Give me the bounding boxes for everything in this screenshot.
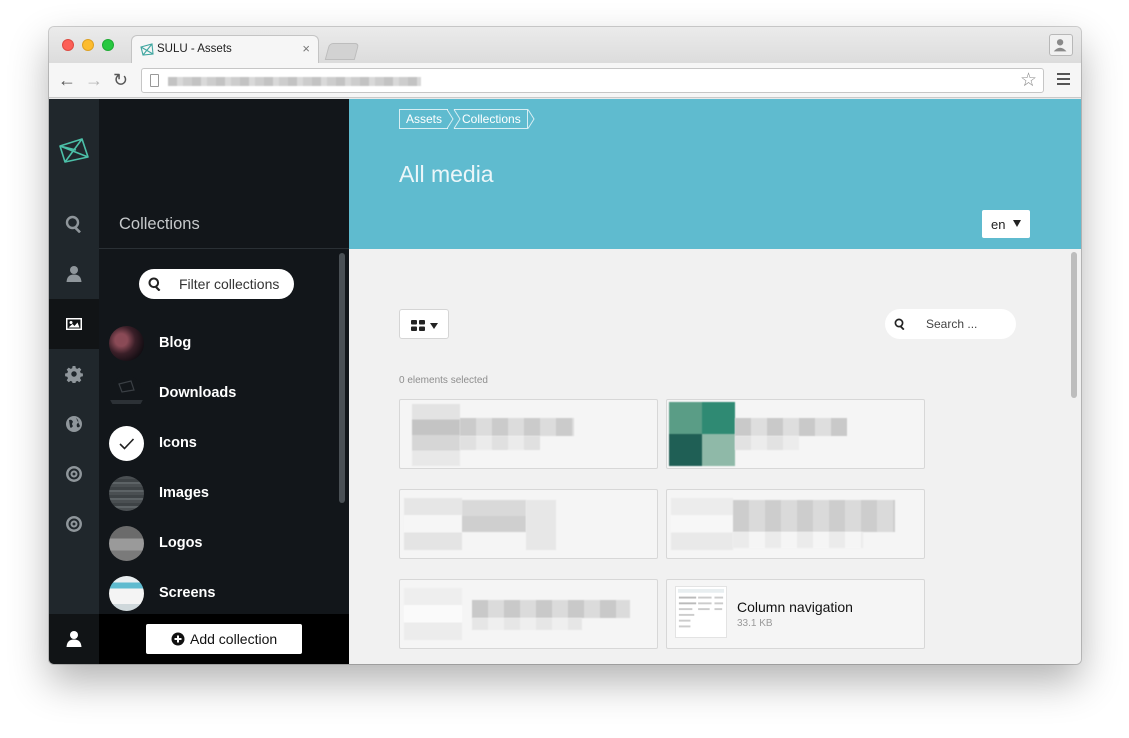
collection-label: Downloads xyxy=(159,385,237,401)
navigation-rail xyxy=(49,99,99,664)
add-collection-label: Add collection xyxy=(190,631,278,647)
sulu-favicon-icon xyxy=(140,43,154,56)
collection-item-icons[interactable]: Icons xyxy=(109,426,339,462)
breadcrumb-end xyxy=(528,109,535,129)
breadcrumb-assets[interactable]: Assets xyxy=(399,109,449,129)
add-collection-button[interactable]: Add collection xyxy=(146,624,302,654)
page-icon xyxy=(150,74,159,87)
gear-icon xyxy=(65,366,83,383)
dropdown-arrow-icon xyxy=(1013,220,1021,227)
nav-webspaces[interactable] xyxy=(49,399,99,449)
nav-profile[interactable] xyxy=(49,614,99,664)
browser-window: SULU - Assets × ← → ↻ ☆ Collections Filt… xyxy=(49,27,1081,664)
collection-item-images[interactable]: Images xyxy=(109,476,339,512)
nav-media[interactable] xyxy=(49,299,99,349)
collection-label: Logos xyxy=(159,535,203,551)
collection-label: Blog xyxy=(159,335,192,351)
page-title: All media xyxy=(399,161,494,187)
collection-thumbnail xyxy=(109,476,144,511)
collection-item-downloads[interactable]: Downloads xyxy=(109,376,339,412)
breadcrumb-collections[interactable]: Collections xyxy=(454,109,528,129)
image-icon xyxy=(66,318,82,330)
blurred-url xyxy=(168,77,421,86)
divider xyxy=(99,248,349,249)
collection-label: Images xyxy=(159,485,209,501)
media-card[interactable] xyxy=(666,399,925,469)
close-window-button[interactable] xyxy=(62,39,74,51)
globe-icon xyxy=(66,416,82,432)
collection-item-logos[interactable]: Logos xyxy=(109,526,339,562)
media-card[interactable] xyxy=(399,399,658,469)
target-icon xyxy=(66,516,83,532)
browser-toolbar: ← → ↻ ☆ xyxy=(49,63,1081,98)
language-value: en xyxy=(991,217,1006,232)
grid-icon xyxy=(411,320,425,331)
media-card[interactable] xyxy=(666,489,925,559)
media-thumbnail xyxy=(675,586,727,638)
search-icon xyxy=(65,215,81,233)
profile-button[interactable] xyxy=(1049,34,1073,56)
maximize-window-button[interactable] xyxy=(102,39,114,51)
forward-button[interactable]: → xyxy=(85,70,103,90)
dropdown-arrow-icon xyxy=(430,323,438,329)
media-title: Column navigation xyxy=(737,599,853,615)
selection-count: 0 elements selected xyxy=(399,375,488,386)
filter-placeholder: Filter collections xyxy=(179,276,280,292)
collection-thumbnail xyxy=(109,576,144,611)
collection-label: Icons xyxy=(159,435,197,451)
browser-tab[interactable]: SULU - Assets × xyxy=(131,35,319,63)
collection-thumbnail xyxy=(109,326,144,361)
media-search-input[interactable]: Search ... xyxy=(885,309,1016,339)
back-button[interactable]: ← xyxy=(58,70,76,90)
language-select[interactable]: en xyxy=(982,210,1030,238)
user-icon xyxy=(66,266,82,282)
media-card[interactable] xyxy=(399,489,658,559)
collection-thumbnail xyxy=(109,526,144,561)
main-scrollbar[interactable] xyxy=(1071,252,1077,398)
new-tab-button[interactable] xyxy=(324,43,360,60)
add-collection-bar: Add collection xyxy=(99,614,349,664)
collection-item-blog[interactable]: Blog xyxy=(109,326,339,362)
nav-target-groups[interactable] xyxy=(49,499,99,549)
bookmark-star-icon[interactable]: ☆ xyxy=(1020,69,1037,92)
user-icon xyxy=(66,631,82,647)
nav-contacts[interactable] xyxy=(49,249,99,299)
sulu-app: Collections Filter collections Blog Down… xyxy=(49,99,1081,664)
collection-thumbnail xyxy=(109,426,144,461)
address-bar[interactable]: ☆ xyxy=(141,68,1044,93)
media-card-column-navigation[interactable]: Column navigation 33.1 KB xyxy=(666,579,925,649)
reload-button[interactable]: ↻ xyxy=(113,70,128,90)
media-card[interactable] xyxy=(399,579,658,649)
page-header: Assets Collections All media en xyxy=(349,99,1081,249)
title-bar: SULU - Assets × xyxy=(49,27,1081,63)
collections-scrollbar[interactable] xyxy=(339,253,345,503)
collection-thumbnail xyxy=(109,376,144,411)
collection-item-screens[interactable]: Screens xyxy=(109,576,339,612)
filter-collections-input[interactable]: Filter collections xyxy=(139,269,294,299)
minimize-window-button[interactable] xyxy=(82,39,94,51)
media-size: 33.1 KB xyxy=(737,618,773,629)
plus-circle-icon xyxy=(171,632,185,646)
checkmark-icon xyxy=(119,438,135,450)
person-icon xyxy=(1053,39,1067,52)
nav-settings[interactable] xyxy=(49,349,99,399)
main-content: Assets Collections All media en Search .… xyxy=(349,99,1081,664)
browser-menu-icon[interactable] xyxy=(1057,73,1070,85)
search-icon xyxy=(148,277,161,291)
sulu-logo-icon[interactable] xyxy=(58,137,90,165)
collections-panel: Collections Filter collections Blog Down… xyxy=(99,99,349,664)
view-toggle-button[interactable] xyxy=(399,309,449,339)
tab-close-icon[interactable]: × xyxy=(302,41,310,56)
collections-title: Collections xyxy=(119,215,200,233)
nav-search[interactable] xyxy=(49,199,99,249)
search-placeholder: Search ... xyxy=(926,317,978,331)
tab-title: SULU - Assets xyxy=(157,43,232,55)
collection-label: Screens xyxy=(159,585,216,601)
target-icon xyxy=(66,466,83,482)
search-icon xyxy=(894,318,905,330)
nav-snippets[interactable] xyxy=(49,449,99,499)
